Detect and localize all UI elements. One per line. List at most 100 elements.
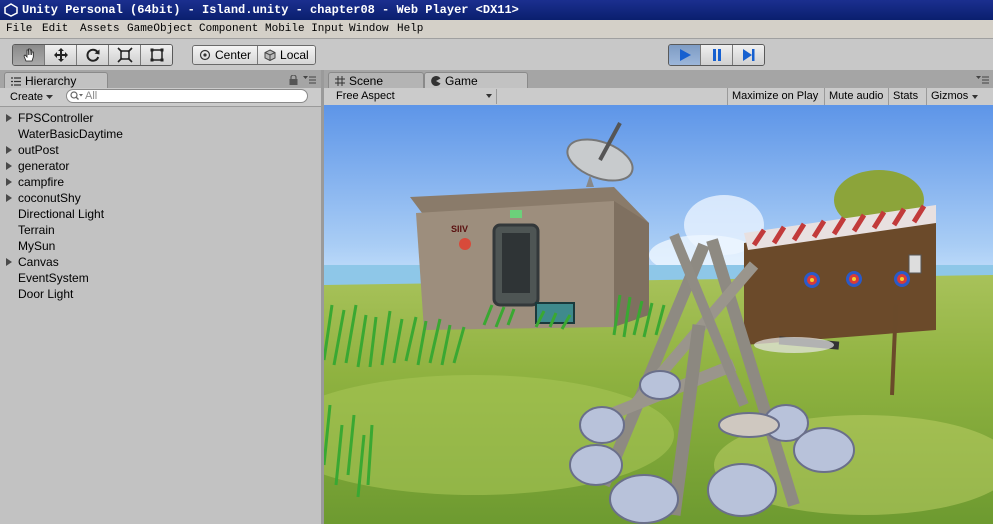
grid-icon (335, 76, 345, 86)
hierarchy-item-label: EventSystem (18, 271, 89, 285)
pivot-center-button[interactable]: Center (193, 46, 258, 64)
expand-arrow-icon[interactable] (6, 178, 12, 186)
search-icon (70, 91, 83, 100)
hierarchy-item-label: Canvas (18, 255, 59, 269)
menu-help[interactable]: Help (397, 20, 423, 38)
gizmos-dropdown[interactable]: Gizmos (926, 88, 984, 105)
hierarchy-item-label: campfire (18, 175, 65, 189)
outpost-sign: SIIV (451, 224, 468, 234)
scene-tab-label: Scene (349, 74, 384, 88)
menu-gameobject[interactable]: GameObject (127, 20, 193, 38)
mute-audio-toggle[interactable]: Mute audio (824, 88, 887, 105)
hierarchy-item[interactable]: FPSController (0, 110, 321, 126)
play-button[interactable] (669, 45, 701, 65)
hierarchy-toolbar: Create All (0, 88, 321, 107)
menu-assets[interactable]: Assets (80, 20, 120, 38)
hierarchy-item[interactable]: Directional Light (0, 206, 321, 222)
create-button[interactable]: Create (6, 90, 57, 104)
hierarchy-list: FPSController WaterBasicDaytime outPost gen… (0, 110, 321, 302)
hierarchy-item-label: Door Light (18, 287, 74, 301)
pivot-center-label: Center (215, 48, 252, 62)
pivot-center-icon (199, 49, 211, 61)
cube-icon (264, 49, 276, 61)
gizmos-label: Gizmos (931, 90, 969, 102)
hierarchy-item-label: MySun (18, 239, 56, 253)
hierarchy-item[interactable]: outPost (0, 142, 321, 158)
tab-game[interactable]: Game (424, 72, 528, 89)
hierarchy-item[interactable]: WaterBasicDaytime (0, 126, 321, 142)
rect-icon (150, 48, 163, 62)
rotate-tool-button[interactable] (77, 45, 109, 65)
menu-window[interactable]: Window (349, 20, 389, 38)
dropdown-arrow-icon (972, 95, 979, 99)
pivot-local-label: Local (280, 48, 309, 62)
move-icon (53, 48, 68, 62)
game-tab-row: Scene Game (324, 70, 993, 89)
step-icon (742, 49, 754, 61)
hierarchy-item-label: outPost (18, 143, 59, 157)
hand-tool-button[interactable] (13, 45, 45, 65)
window-title-bar: Unity Personal (64bit) - Island.unity - … (0, 0, 993, 20)
stats-toggle[interactable]: Stats (888, 88, 922, 105)
game-panel: Scene Game Free Aspect Maximize on Play … (324, 70, 993, 524)
expand-arrow-icon[interactable] (6, 146, 12, 154)
game-scene: SIIV (324, 105, 993, 524)
hierarchy-item-label: Terrain (18, 223, 55, 237)
dropdown-arrow-icon (46, 95, 54, 99)
hierarchy-item[interactable]: MySun (0, 238, 321, 254)
rect-tool-button[interactable] (141, 45, 172, 65)
window-title: Unity Personal (64bit) - Island.unity - … (22, 3, 519, 17)
lock-icon[interactable] (289, 75, 298, 85)
pivot-local-button[interactable]: Local (257, 46, 315, 64)
hierarchy-item-label: generator (18, 159, 70, 173)
step-button[interactable] (733, 45, 764, 65)
maximize-on-play-toggle[interactable]: Maximize on Play (727, 88, 822, 105)
menu-edit[interactable]: Edit (42, 20, 68, 38)
hand-icon (23, 48, 34, 62)
scale-tool-button[interactable] (109, 45, 141, 65)
aspect-dropdown[interactable]: Free Aspect (330, 89, 497, 104)
aspect-label: Free Aspect (336, 90, 395, 102)
hierarchy-item[interactable]: Terrain (0, 222, 321, 238)
pivot-toggle-group: Center Local (192, 45, 316, 65)
transform-tools (12, 44, 173, 66)
hierarchy-item-label: WaterBasicDaytime (18, 127, 123, 141)
hierarchy-item[interactable]: Canvas (0, 254, 321, 270)
dropdown-arrow-icon (486, 94, 492, 98)
panel-menu-icon[interactable] (303, 76, 316, 84)
expand-arrow-icon[interactable] (6, 194, 12, 202)
unity-logo-icon (4, 3, 18, 17)
pause-button[interactable] (701, 45, 733, 65)
tab-scene[interactable]: Scene (328, 72, 424, 89)
expand-arrow-icon[interactable] (6, 162, 12, 170)
menu-component[interactable]: Component (199, 20, 258, 38)
tab-hierarchy[interactable]: Hierarchy (4, 72, 108, 89)
search-placeholder: All (85, 90, 98, 102)
hierarchy-item[interactable]: EventSystem (0, 270, 321, 286)
outpost-building: SIIV (410, 187, 649, 330)
expand-arrow-icon[interactable] (6, 258, 12, 266)
hierarchy-search-input[interactable]: All (66, 89, 308, 103)
play-controls (668, 44, 765, 66)
hierarchy-tab-row: Hierarchy (0, 70, 321, 89)
hierarchy-item-label: Directional Light (18, 207, 105, 221)
game-viewport[interactable]: SIIV (324, 105, 993, 524)
menu-bar: File Edit Assets GameObject Component Mo… (0, 20, 993, 39)
panel-menu-icon[interactable] (976, 76, 989, 84)
hierarchy-item[interactable]: generator (0, 158, 321, 174)
menu-file[interactable]: File (6, 20, 32, 38)
move-tool-button[interactable] (45, 45, 77, 65)
rotate-icon (85, 48, 99, 62)
hierarchy-item-label: FPSController (18, 111, 94, 125)
hierarchy-item[interactable]: Door Light (0, 286, 321, 302)
play-icon (679, 49, 691, 61)
expand-arrow-icon[interactable] (6, 114, 12, 122)
menu-mobile-input[interactable]: Mobile Input (265, 20, 344, 38)
scale-icon (116, 47, 133, 63)
main-toolbar: Center Local (0, 39, 993, 71)
hierarchy-item[interactable]: campfire (0, 174, 321, 190)
pacman-icon (431, 76, 441, 86)
hierarchy-tab-label: Hierarchy (25, 74, 77, 88)
hierarchy-item[interactable]: coconutShy (0, 190, 321, 206)
game-tab-label: Game (445, 74, 478, 88)
